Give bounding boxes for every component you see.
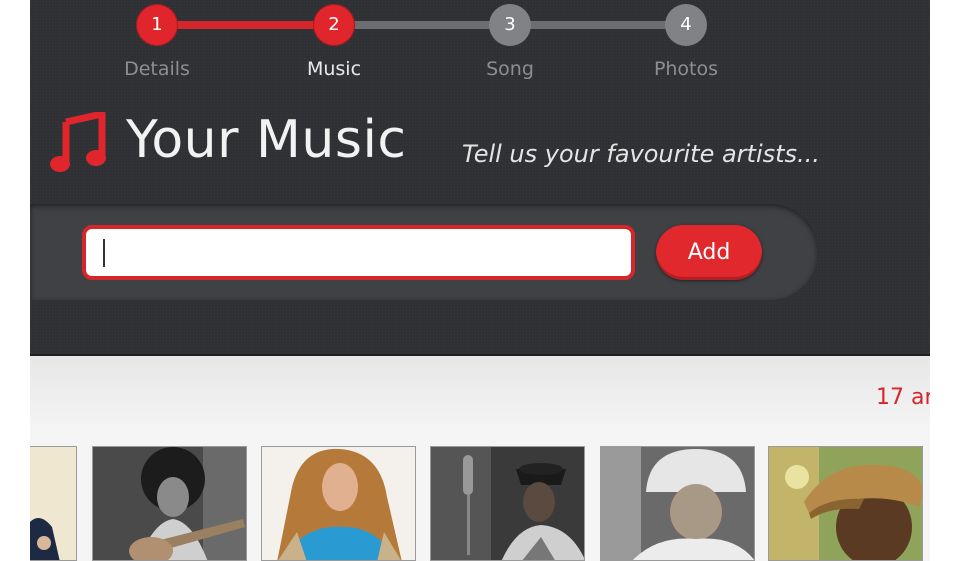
artist-photo-image [431, 447, 584, 560]
artist-photo[interactable] [430, 446, 585, 561]
step-4-label[interactable]: Photos [626, 58, 746, 80]
text-caret [103, 239, 105, 267]
artist-photo-image [601, 447, 754, 560]
step-2-circle[interactable]: 2 [313, 4, 355, 46]
step-3-label[interactable]: Song [450, 58, 570, 80]
artist-count: 17 artists [876, 385, 930, 410]
artist-photo[interactable] [92, 446, 247, 561]
music-note-icon [50, 112, 106, 172]
artist-photo-image [93, 447, 246, 560]
artist-photo[interactable] [768, 446, 923, 561]
artist-photo-image [769, 447, 922, 560]
step-4-circle[interactable]: 4 [665, 4, 707, 46]
step-1-circle[interactable]: 1 [136, 4, 178, 46]
artist-photo[interactable] [261, 446, 416, 561]
artist-photo-image [30, 447, 76, 560]
page-subtitle: Tell us your favourite artists... [462, 140, 820, 168]
artist-count-strip [30, 356, 930, 424]
step-1-label[interactable]: Details [97, 58, 217, 80]
stepper-progress-track [157, 21, 334, 29]
add-artist-button[interactable]: Add [656, 225, 762, 280]
page-title: Your Music [126, 110, 407, 170]
artist-input[interactable] [82, 225, 635, 280]
wizard-header-panel [30, 0, 930, 356]
artist-photo-image [262, 447, 415, 560]
artist-photo[interactable] [30, 446, 77, 561]
step-2-label[interactable]: Music [274, 58, 394, 80]
artist-photo[interactable] [600, 446, 755, 561]
step-3-circle[interactable]: 3 [489, 4, 531, 46]
